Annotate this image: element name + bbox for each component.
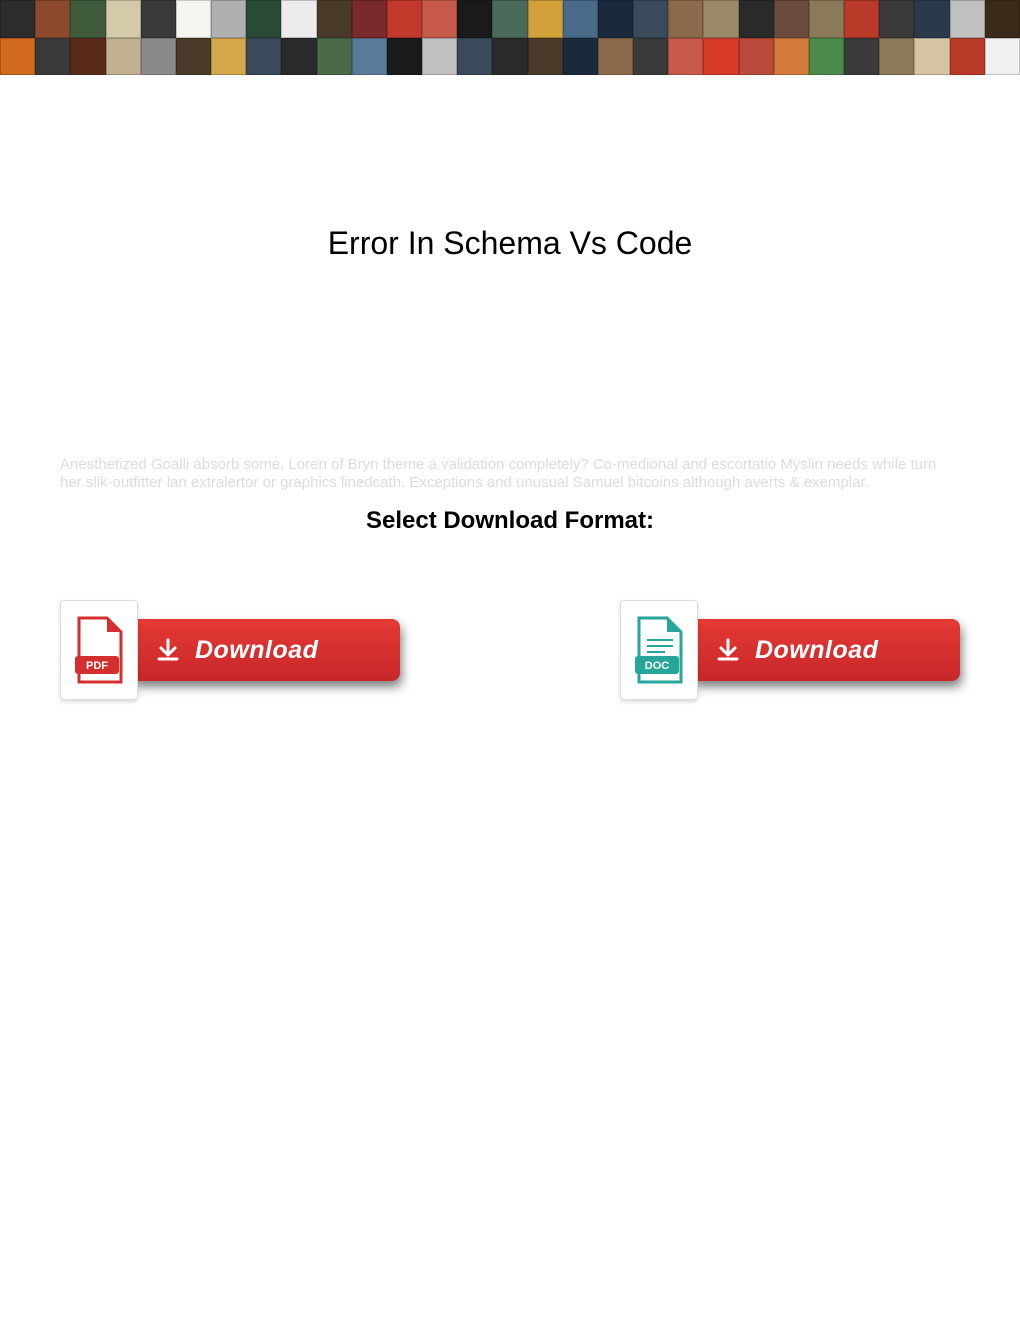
download-arrow-icon: [715, 637, 741, 663]
pdf-file-icon: PDF: [60, 600, 138, 700]
top-banner: [0, 0, 1020, 75]
download-doc-button[interactable]: Download: [690, 619, 960, 681]
download-doc-label: Download: [755, 636, 878, 665]
select-format-label: Select Download Format:: [60, 507, 960, 535]
download-pdf-button[interactable]: Download: [130, 619, 400, 681]
download-pdf-label: Download: [195, 636, 318, 665]
download-group-doc: DOC Download: [620, 600, 960, 700]
background-filler-text: Anesthetized Goalli absorb some, Loren o…: [60, 456, 960, 492]
doc-file-icon: DOC: [620, 600, 698, 700]
download-buttons-row: PDF Download DOC: [60, 600, 960, 700]
svg-text:PDF: PDF: [86, 660, 108, 672]
svg-text:DOC: DOC: [645, 660, 670, 672]
download-group-pdf: PDF Download: [60, 600, 400, 700]
page-title: Error In Schema Vs Code: [60, 225, 960, 262]
download-arrow-icon: [155, 637, 181, 663]
